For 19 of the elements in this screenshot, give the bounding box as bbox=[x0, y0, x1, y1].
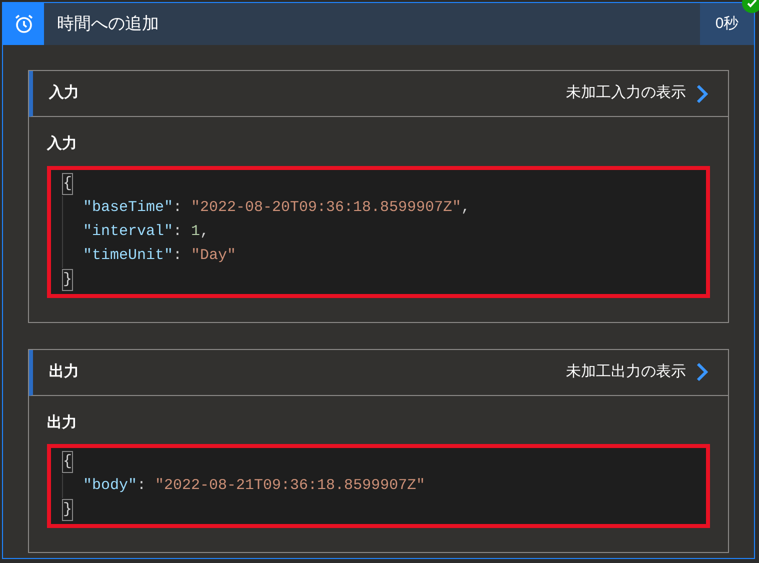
code-line: "interval": 1, bbox=[62, 220, 706, 244]
alarm-clock-icon bbox=[12, 13, 34, 35]
code-line: "timeUnit": "Day" bbox=[62, 244, 706, 268]
field-label: 入力 bbox=[47, 134, 78, 154]
show-raw-link[interactable]: 未加工出力の表示 bbox=[566, 360, 708, 384]
code-brace: } bbox=[62, 499, 74, 521]
show-raw-link[interactable]: 未加工入力の表示 bbox=[566, 82, 708, 105]
code-brace: } bbox=[62, 268, 74, 290]
action-title: 時間への追加 bbox=[56, 13, 160, 36]
duration-label: 0秒 bbox=[700, 3, 754, 45]
code-brace: { bbox=[62, 451, 74, 473]
code-line: "body": "2022-08-21T09:36:18.8599907Z" bbox=[62, 474, 706, 498]
chevron-right-icon bbox=[696, 84, 708, 104]
code-brace: { bbox=[62, 172, 74, 194]
code-line: "baseTime": "2022-08-20T09:36:18.8599907Z", bbox=[62, 196, 706, 220]
section-title: 出力 bbox=[49, 362, 80, 382]
section-title: 入力 bbox=[49, 83, 80, 104]
field-label: 出力 bbox=[47, 412, 78, 432]
chevron-right-icon bbox=[696, 362, 708, 382]
